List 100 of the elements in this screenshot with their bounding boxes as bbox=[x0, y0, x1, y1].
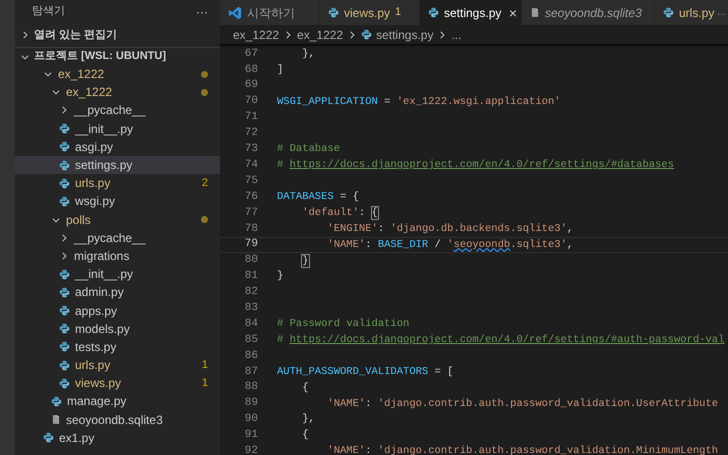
tree-item[interactable]: apps.py bbox=[15, 301, 220, 320]
line-number: 68 bbox=[244, 62, 258, 78]
tree-item[interactable]: migrations bbox=[15, 246, 220, 266]
editor-tab[interactable]: seoyoondb.sqlite3 bbox=[522, 0, 655, 25]
line-number: 74 bbox=[244, 158, 258, 173]
editor-tab[interactable]: settings.py × bbox=[420, 0, 522, 25]
editor-tab[interactable]: urls.py ... bbox=[655, 0, 728, 25]
file-name: tests.py bbox=[75, 338, 116, 356]
file-name: manage.py bbox=[67, 393, 126, 410]
line-number: 82 bbox=[244, 285, 258, 300]
problem-count: 2 bbox=[202, 176, 208, 191]
line-number: 78 bbox=[244, 222, 258, 236]
python-file-icon bbox=[59, 323, 70, 334]
code-line: 'ENGINE': 'django.db.backends.sqlite3', bbox=[326, 222, 574, 236]
code-line: WSGI_APPLICATION = 'ex_1222.wsgi.application' bbox=[277, 94, 561, 109]
file-name: wsgi.py bbox=[75, 193, 116, 210]
line-number: 87 bbox=[244, 364, 258, 380]
section-header[interactable]: 열려 있는 편집기 bbox=[15, 24, 220, 46]
breadcrumb-item[interactable]: ex_1222 bbox=[233, 26, 280, 44]
line-number: 85 bbox=[244, 332, 258, 348]
python-file-icon bbox=[59, 196, 70, 207]
line-number: 75 bbox=[244, 174, 258, 189]
line-number: 71 bbox=[244, 110, 258, 126]
problem-count: 1 bbox=[202, 358, 208, 373]
file-name: urls.py bbox=[75, 357, 110, 374]
breadcrumb-item[interactable]: ... bbox=[451, 26, 462, 44]
line-number: 67 bbox=[244, 46, 258, 62]
python-file-icon bbox=[59, 360, 70, 371]
python-file-icon bbox=[59, 378, 70, 389]
file-name: apps.py bbox=[75, 302, 118, 320]
tree-item[interactable]: __pycache__ bbox=[15, 228, 220, 247]
code-line: 'NAME': 'django.contrib.auth.password_validation.MinimumLength bbox=[326, 444, 718, 455]
code-line: 'NAME': 'django.contrib.auth.password_validation.UserAttribute bbox=[326, 396, 718, 411]
code-line: { bbox=[301, 428, 309, 442]
editor-tab[interactable]: 시작하기 bbox=[220, 0, 320, 25]
file-name: __pycache__ bbox=[74, 230, 146, 247]
line-number: 70 bbox=[244, 94, 258, 110]
line-number: 88 bbox=[244, 380, 258, 396]
code-line: # Password validation bbox=[277, 317, 410, 332]
file-name: __init__.py bbox=[75, 266, 134, 284]
tree-item[interactable]: wsgi.py bbox=[15, 192, 220, 210]
tree-item[interactable]: ex_1222 bbox=[15, 83, 220, 102]
problem-count: 1 bbox=[202, 376, 208, 392]
code-line: 'default': { bbox=[301, 206, 378, 220]
code-line: } bbox=[277, 269, 284, 284]
file-name: models.py bbox=[75, 320, 130, 338]
breadcrumb-item[interactable]: settings.py bbox=[376, 26, 434, 44]
file-name: __pycache__ bbox=[74, 102, 146, 120]
tree-item[interactable]: manage.py bbox=[15, 392, 220, 411]
tree-item[interactable]: urls.py 1 bbox=[15, 356, 220, 374]
tree-item[interactable]: urls.py 2 bbox=[15, 174, 220, 192]
python-file-icon bbox=[361, 29, 372, 40]
problem-count: 1 bbox=[395, 5, 402, 20]
line-number: 79 bbox=[244, 237, 258, 252]
line-number: 92 bbox=[244, 444, 258, 455]
python-file-icon bbox=[428, 7, 439, 18]
tree-item[interactable]: tests.py bbox=[15, 338, 220, 356]
line-number: 83 bbox=[244, 300, 258, 316]
code-line: }, bbox=[301, 412, 315, 426]
line-number: 86 bbox=[244, 348, 258, 364]
tree-item[interactable]: __init__.py bbox=[15, 120, 220, 138]
file-name: admin.py bbox=[75, 284, 124, 302]
line-number: 80 bbox=[244, 253, 258, 268]
section-header[interactable]: 프로젝트 [WSL: UBUNTU] bbox=[15, 47, 220, 65]
code-line: # Database bbox=[277, 142, 340, 156]
tree-item[interactable]: polls bbox=[15, 210, 220, 229]
tree-item[interactable]: __pycache__ bbox=[15, 101, 220, 120]
tree-item[interactable]: views.py 1 bbox=[15, 374, 220, 392]
file-name: migrations bbox=[74, 248, 130, 265]
python-file-icon bbox=[663, 7, 674, 18]
line-number: 81 bbox=[244, 269, 258, 284]
file-name: polls bbox=[66, 212, 91, 229]
tree-item[interactable]: __init__.py bbox=[15, 265, 220, 284]
code-line: } bbox=[301, 254, 309, 268]
line-number: 89 bbox=[244, 396, 258, 412]
file-icon bbox=[530, 7, 540, 18]
tree-item[interactable]: seoyoondb.sqlite3 bbox=[15, 410, 220, 429]
editor-tab[interactable]: views.py 1 bbox=[320, 0, 420, 25]
file-name: asgi.py bbox=[75, 138, 114, 156]
file-name: settings.py bbox=[75, 157, 132, 174]
tree-item[interactable]: ex1.py bbox=[15, 428, 220, 447]
tree-item[interactable]: admin.py bbox=[15, 283, 220, 302]
tree-item[interactable]: asgi.py bbox=[15, 138, 220, 156]
line-number: 73 bbox=[244, 142, 258, 158]
code-line: { bbox=[301, 380, 309, 395]
python-file-icon bbox=[59, 160, 70, 171]
tree-item[interactable]: settings.py bbox=[15, 156, 220, 174]
tree-item[interactable]: models.py bbox=[15, 320, 220, 338]
line-number: 84 bbox=[244, 316, 258, 332]
line-number: 77 bbox=[244, 206, 258, 221]
code-line: 'NAME': BASE_DIR / 'seoyoondb.sqlite3', bbox=[326, 238, 574, 252]
python-file-icon bbox=[43, 432, 54, 444]
close-button[interactable]: × bbox=[508, 6, 517, 20]
tree-item[interactable]: ex_1222 bbox=[15, 65, 220, 84]
python-file-icon bbox=[328, 7, 339, 18]
file-name: seoyoondb.sqlite3 bbox=[66, 412, 163, 429]
more-actions-button[interactable]: ··· bbox=[196, 2, 208, 20]
file-name: views.py bbox=[75, 375, 122, 392]
code-line: # https://docs.djangoproject.com/en/4.0/ref/settings/#auth-password-val bbox=[277, 332, 724, 347]
breadcrumb-item[interactable]: ex_1222 bbox=[297, 26, 344, 44]
